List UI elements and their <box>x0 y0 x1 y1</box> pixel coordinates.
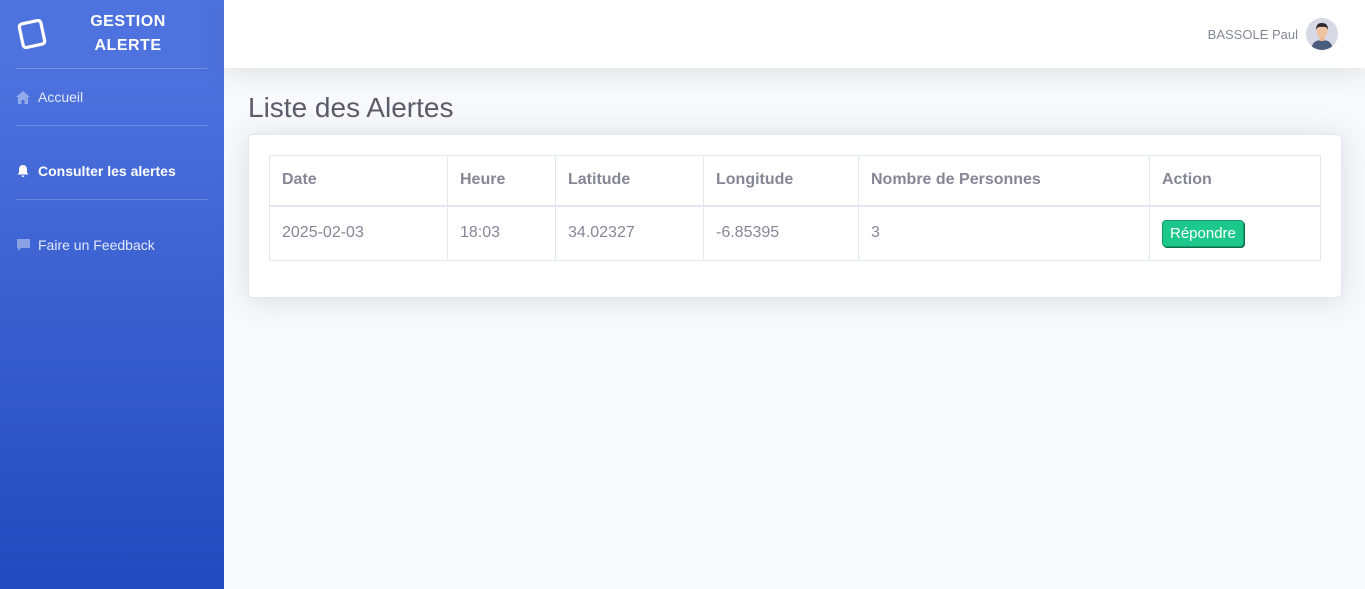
repondre-button[interactable]: Répondre <box>1162 219 1244 247</box>
cell-personnes: 3 <box>858 205 1150 261</box>
sidebar-item-consulter-alertes[interactable]: Consulter les alertes <box>0 143 224 199</box>
table-row: 2025-02-03 18:03 34.02327 -6.85395 3 Rép… <box>269 205 1321 261</box>
brand-title: GESTION ALERTE <box>80 10 176 58</box>
avatar-icon[interactable] <box>1306 18 1338 50</box>
cell-action: Répondre <box>1149 205 1321 261</box>
user-name[interactable]: BASSOLE Paul <box>1208 27 1298 42</box>
main-content: Liste des Alertes Date Heure Latitude Lo… <box>248 92 1342 298</box>
topbar: BASSOLE Paul <box>224 0 1365 68</box>
brand[interactable]: GESTION ALERTE <box>0 0 224 68</box>
cell-latitude: 34.02327 <box>555 205 704 261</box>
table-header-row: Date Heure Latitude Longitude Nombre de … <box>269 155 1321 207</box>
cell-longitude: -6.85395 <box>703 205 859 261</box>
sidebar: GESTION ALERTE Accueil Consulter les ale… <box>0 0 224 589</box>
home-icon <box>16 90 30 104</box>
sidebar-item-accueil[interactable]: Accueil <box>0 69 224 125</box>
sidebar-item-feedback[interactable]: Faire un Feedback <box>0 217 224 273</box>
brand-title-line1: GESTION <box>90 13 166 30</box>
sidebar-item-label: Faire un Feedback <box>38 237 155 253</box>
sidebar-item-label: Consulter les alertes <box>38 163 176 179</box>
alerts-table: Date Heure Latitude Longitude Nombre de … <box>269 155 1321 261</box>
bell-icon <box>16 164 30 178</box>
page-title: Liste des Alertes <box>248 92 454 123</box>
column-header-longitude: Longitude <box>703 155 859 207</box>
column-header-latitude: Latitude <box>555 155 704 207</box>
cell-date: 2025-02-03 <box>269 205 448 261</box>
column-header-date: Date <box>269 155 448 207</box>
alerts-card: Date Heure Latitude Longitude Nombre de … <box>248 134 1342 298</box>
column-header-personnes: Nombre de Personnes <box>858 155 1150 207</box>
comment-icon <box>16 238 30 252</box>
column-header-heure: Heure <box>447 155 556 207</box>
brand-title-line2: ALERTE <box>94 37 162 54</box>
column-header-action: Action <box>1149 155 1321 207</box>
sidebar-item-label: Accueil <box>38 89 84 105</box>
clipboard-icon <box>16 18 48 50</box>
cell-heure: 18:03 <box>447 205 556 261</box>
